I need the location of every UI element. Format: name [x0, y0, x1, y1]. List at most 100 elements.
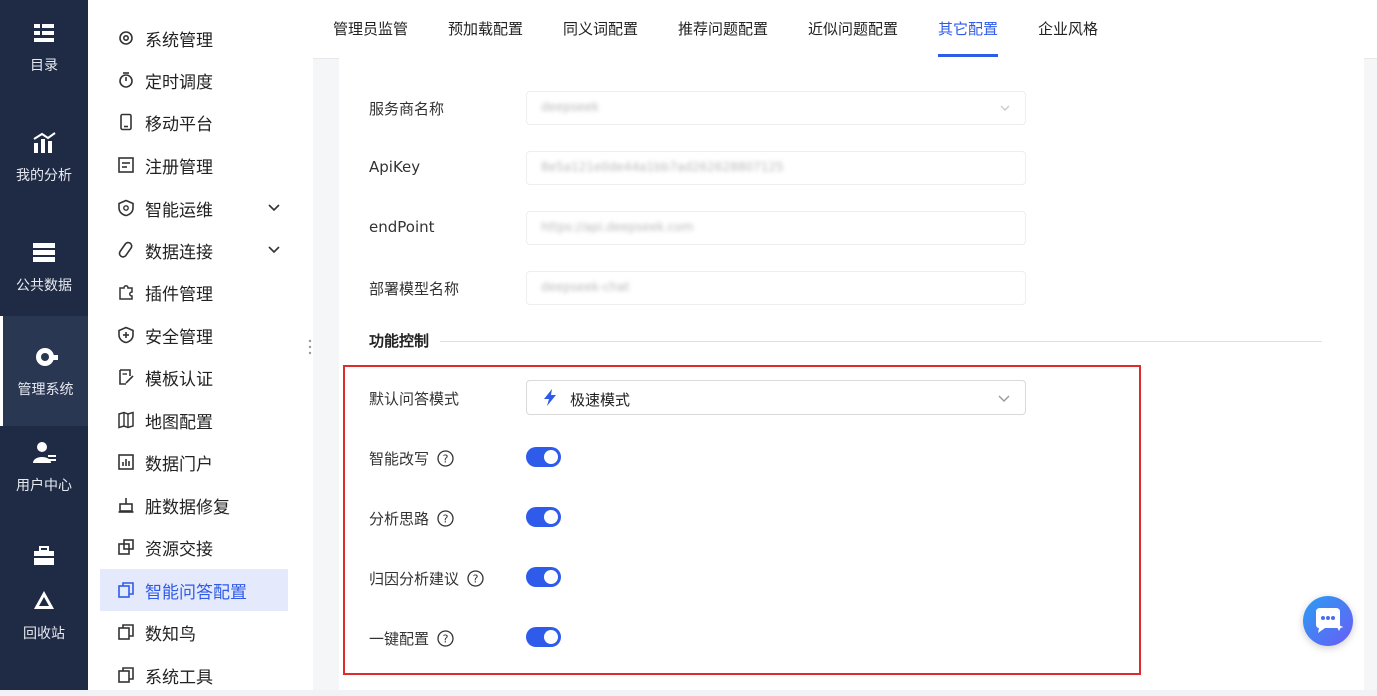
- provider-select[interactable]: deepseek: [526, 91, 1026, 125]
- menu-item-register[interactable]: 注册管理: [100, 144, 288, 186]
- public-data-icon: [33, 243, 55, 262]
- attribution-suggestion-toggle[interactable]: [526, 567, 561, 587]
- copy-icon: [118, 667, 134, 683]
- rail-label: 管理系统: [17, 382, 74, 398]
- lightning-icon: [544, 389, 556, 406]
- menu-item-dirty-data-repair[interactable]: 脏数据修复: [100, 484, 288, 526]
- chevron-down-icon[interactable]: [266, 200, 282, 216]
- other-config-panel: 服务商名称 deepseek ApiKey 8e5a121e0de44a1bb7…: [339, 58, 1364, 690]
- menu-label: 系统管理: [145, 30, 213, 51]
- repair-icon: [118, 498, 134, 513]
- rail-item-management[interactable]: 管理系统: [0, 316, 88, 426]
- toggle-label: 分析思路: [369, 510, 430, 528]
- toggle-label: 归因分析建议: [369, 570, 460, 588]
- one-click-config-toggle[interactable]: [526, 627, 561, 647]
- section-title: 功能控制: [369, 332, 430, 350]
- tab-admin-supervision[interactable]: 管理员监管: [333, 0, 408, 58]
- rail-label: 回收站: [23, 626, 65, 642]
- shield-icon: [118, 326, 134, 344]
- gear-icon: [119, 31, 133, 45]
- menu-item-smart-qa-config[interactable]: 智能问答配置: [100, 569, 288, 611]
- menu-label: 系统工具: [145, 667, 213, 688]
- rail-item-catalog[interactable]: 目录: [0, 0, 88, 102]
- toggle-label: 智能改写: [369, 450, 430, 468]
- apikey-input[interactable]: 8e5a121e0de44a1bb7ad262628807125: [526, 151, 1026, 185]
- endpoint-label: endPoint: [369, 218, 435, 236]
- recycle-bin-icon: [34, 591, 54, 609]
- smart-rewrite-toggle[interactable]: [526, 447, 561, 467]
- tab-similar-questions[interactable]: 近似问题配置: [808, 0, 898, 58]
- config-tabs: 管理员监管 预加载配置 同义词配置 推荐问题配置 近似问题配置 其它配置 企业风…: [313, 0, 1377, 59]
- menu-item-security[interactable]: 安全管理: [100, 314, 288, 356]
- analysis-approach-label: 分析思路 ?: [369, 508, 454, 529]
- default-mode-value: 极速模式: [570, 391, 631, 409]
- menu-item-system[interactable]: 系统管理: [100, 17, 288, 59]
- tab-enterprise-style[interactable]: 企业风格: [1038, 0, 1098, 58]
- rail-item-recycle-bin[interactable]: 回收站: [0, 540, 88, 650]
- menu-label: 安全管理: [145, 327, 213, 348]
- management-icon: [35, 348, 58, 366]
- menu-item-data-portal[interactable]: 数据门户: [100, 441, 288, 483]
- menu-item-template-cert[interactable]: 模板认证: [100, 356, 288, 398]
- help-icon[interactable]: ?: [437, 510, 454, 527]
- default-mode-label: 默认问答模式: [369, 390, 460, 408]
- model-name-value: deepseek-chat: [541, 280, 630, 294]
- model-name-input[interactable]: deepseek-chat: [526, 271, 1026, 305]
- menu-item-mobile[interactable]: 移动平台: [100, 101, 288, 143]
- smart-rewrite-label: 智能改写 ?: [369, 448, 454, 469]
- ops-icon: [118, 199, 134, 217]
- chat-assistant-button[interactable]: [1303, 596, 1353, 646]
- toolbox-icon: [34, 546, 54, 565]
- chevron-down-icon[interactable]: [266, 242, 282, 258]
- rail-label: 目录: [30, 58, 58, 74]
- help-icon[interactable]: ?: [467, 570, 484, 587]
- rail-label: 用户中心: [16, 478, 72, 494]
- menu-item-smart-ops[interactable]: 智能运维: [100, 187, 288, 229]
- tab-synonym-config[interactable]: 同义词配置: [563, 0, 638, 58]
- rail-item-public-data[interactable]: 公共数据: [0, 212, 88, 322]
- template-icon: [119, 369, 134, 385]
- portal-icon: [118, 454, 134, 470]
- menu-item-plugins[interactable]: 插件管理: [100, 271, 288, 313]
- menu-label: 资源交接: [145, 539, 213, 560]
- admin-menu: 系统管理 定时调度 移动平台 注册管理 智能运维 数据连接 插件管理 安全管理 …: [88, 0, 313, 690]
- user-center-icon: [33, 442, 56, 463]
- left-rail: 目录 我的分析 公共数据 管理系统 用户中心 回收站: [0, 0, 88, 690]
- menu-item-data-connection[interactable]: 数据连接: [100, 229, 288, 271]
- endpoint-input[interactable]: https://api.deepseek.com: [526, 211, 1026, 245]
- provider-value: deepseek: [541, 100, 599, 114]
- apikey-value: 8e5a121e0de44a1bb7ad262628807125: [541, 160, 784, 174]
- menu-item-resource-handover[interactable]: 资源交接: [100, 526, 288, 568]
- rail-label: 我的分析: [16, 168, 72, 184]
- tab-other-config[interactable]: 其它配置: [938, 0, 999, 58]
- menu-label: 脏数据修复: [145, 497, 230, 518]
- handover-icon: [118, 539, 134, 555]
- analysis-approach-toggle[interactable]: [526, 507, 561, 527]
- menu-label: 地图配置: [145, 412, 213, 433]
- section-divider: [440, 341, 1322, 342]
- help-icon[interactable]: ?: [437, 450, 454, 467]
- menu-item-schedule[interactable]: 定时调度: [100, 59, 288, 101]
- menu-label: 注册管理: [145, 157, 213, 178]
- menu-item-shuzhiniao[interactable]: 数知鸟: [100, 611, 288, 653]
- provider-label: 服务商名称: [369, 100, 445, 118]
- tab-preload-config[interactable]: 预加载配置: [448, 0, 523, 58]
- model-name-label: 部署模型名称: [369, 280, 460, 298]
- svg-text:?: ?: [443, 513, 449, 526]
- mobile-icon: [120, 113, 132, 131]
- one-click-config-label: 一键配置 ?: [369, 628, 454, 649]
- default-mode-select[interactable]: 极速模式: [526, 380, 1026, 415]
- tab-recommended-questions[interactable]: 推荐问题配置: [678, 0, 768, 58]
- svg-text:?: ?: [443, 633, 449, 646]
- menu-item-map-config[interactable]: 地图配置: [100, 399, 288, 441]
- chevron-down-icon: [1000, 105, 1010, 111]
- copy-icon: [118, 624, 134, 640]
- help-icon[interactable]: ?: [437, 630, 454, 647]
- endpoint-value: https://api.deepseek.com: [541, 220, 694, 234]
- rail-item-user-center[interactable]: 用户中心: [0, 412, 88, 522]
- rail-item-my-analysis[interactable]: 我的分析: [0, 102, 88, 212]
- map-icon: [118, 411, 134, 429]
- link-icon: [118, 241, 133, 258]
- plugin-icon: [119, 285, 133, 300]
- chat-bubble-icon: [1316, 608, 1344, 633]
